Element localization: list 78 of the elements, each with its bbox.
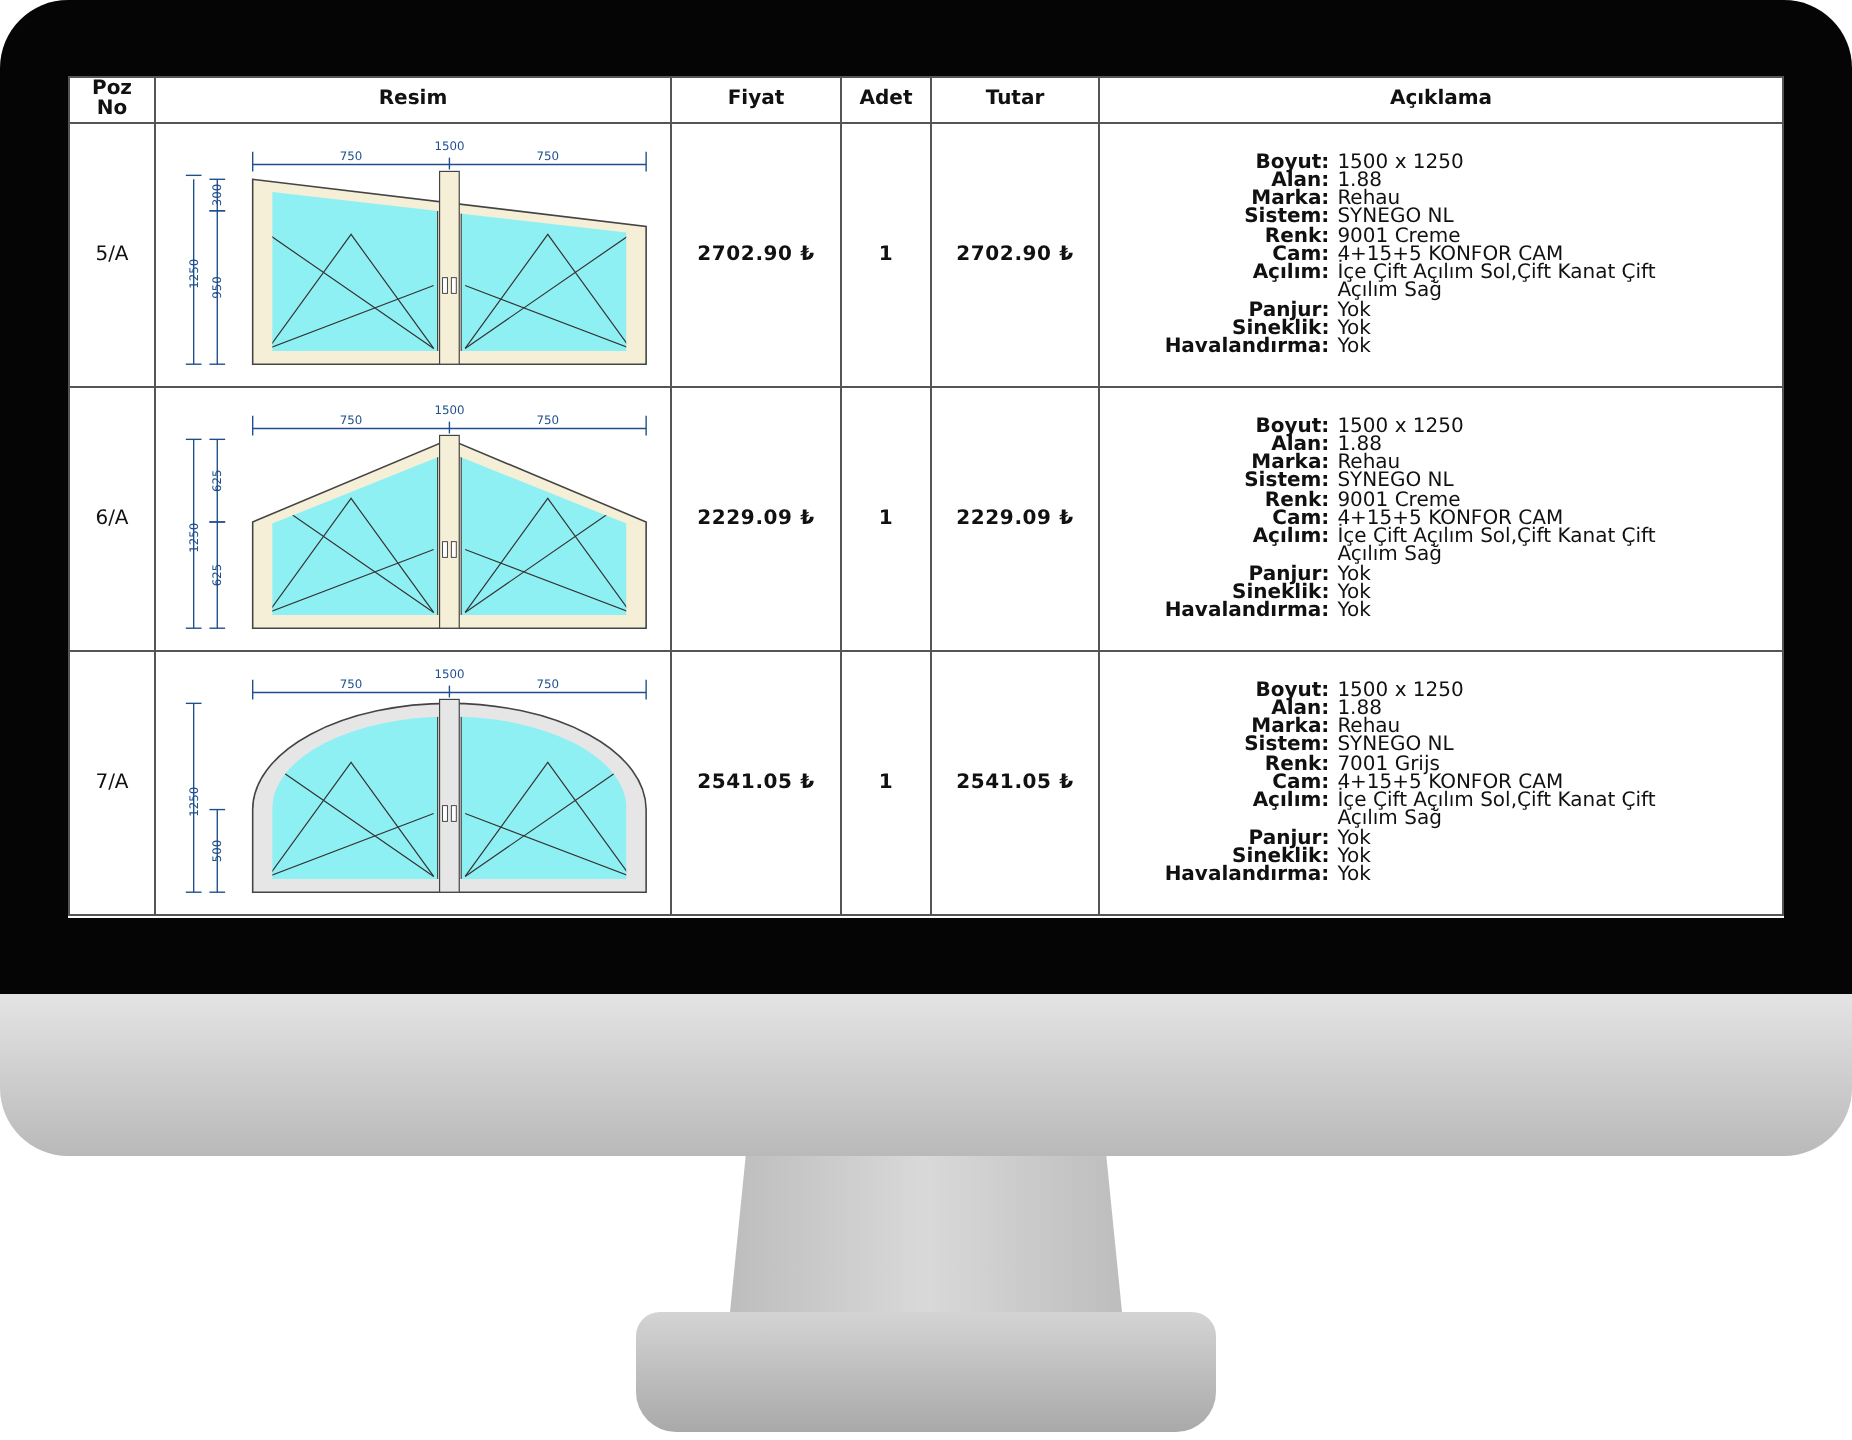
detail-label: Sineklik:	[1232, 319, 1330, 338]
column-header: Tutar	[931, 77, 1099, 123]
detail-value: 1.88	[1337, 172, 1382, 191]
detail-value: 9001 Creme	[1337, 491, 1461, 510]
column-header: Açıklama	[1099, 77, 1783, 123]
detail-value: Yok	[1337, 337, 1373, 357]
detail-label: Havalandırma:	[1164, 601, 1330, 621]
detail-value: Rehau	[1337, 718, 1402, 737]
detail-label: Havalandırma:	[1164, 865, 1330, 885]
detail-value: SYNEGO NL	[1337, 208, 1454, 228]
table-cell: 6/A	[69, 387, 155, 651]
detail-value: Yok	[1337, 829, 1371, 848]
detail-value: 1.88	[1337, 436, 1382, 455]
column-header: Adet	[841, 77, 931, 123]
detail-value: Rehau	[1337, 190, 1402, 209]
detail-label: Açılım:	[1250, 792, 1330, 817]
table-cell: 1	[841, 651, 931, 915]
detail-label: Alan:	[1271, 436, 1330, 455]
detail-label: Boyut:	[1253, 153, 1330, 173]
detail-value: 4+15+5 KONFOR CAM	[1337, 245, 1564, 265]
detail-label: Havalandırma:	[1164, 337, 1330, 357]
detail-value: 1500 x 1250	[1337, 681, 1466, 701]
detail-value: İçe Çift Açılım Sol,Çift Kanat Çift Açılım Sağ	[1337, 264, 1658, 301]
table-cell: 2702.90 ₺	[671, 123, 841, 387]
detail-label: Renk:	[1262, 755, 1330, 774]
detail-value: 7001 Grijs	[1337, 755, 1440, 774]
detail-value: Rehau	[1337, 454, 1402, 473]
detail-value: 1500 x 1250	[1337, 153, 1466, 173]
table-cell: 1	[841, 387, 931, 651]
detail-label: Sistem:	[1242, 472, 1330, 492]
detail-value: İçe Çift Açılım Sol,Çift Kanat Çift Açılım Sağ	[1337, 792, 1658, 829]
detail-label: Marka:	[1250, 190, 1330, 209]
table-cell: 1	[841, 123, 931, 387]
detail-value: 4+15+5 KONFOR CAM	[1337, 773, 1564, 793]
detail-value: SYNEGO NL	[1337, 736, 1456, 756]
detail-label: Cam:	[1272, 245, 1330, 265]
column-header: Fiyat	[671, 77, 841, 123]
detail-label: Sistem:	[1242, 736, 1330, 756]
detail-label: Panjur:	[1248, 565, 1330, 584]
detail-label: Açılım:	[1250, 264, 1330, 289]
detail-label: Alan:	[1271, 700, 1330, 719]
detail-label: Cam:	[1272, 509, 1330, 529]
detail-label: Cam:	[1272, 773, 1330, 793]
detail-label: Marka:	[1250, 718, 1330, 737]
detail-value: 1.88	[1337, 700, 1382, 719]
table-cell: 2702.90 ₺	[931, 123, 1099, 387]
detail-label: Panjur:	[1248, 829, 1330, 848]
detail-label: Sineklik:	[1232, 847, 1330, 866]
detail-value: Yok	[1337, 601, 1373, 621]
detail-value: Yok	[1337, 865, 1373, 885]
detail-label: Panjur:	[1248, 301, 1330, 320]
detail-label: Boyut:	[1253, 417, 1330, 437]
detail-label: Alan:	[1271, 172, 1330, 191]
column-header: Poz No	[69, 77, 155, 123]
table-cell: 7/A	[69, 651, 155, 915]
detail-value: Yok	[1337, 319, 1373, 338]
detail-label: Renk:	[1262, 491, 1330, 510]
detail-value: SYNEGO NL	[1337, 472, 1454, 492]
table-cell: 2541.05 ₺	[671, 651, 841, 915]
column-header: Resim	[155, 77, 671, 123]
detail-value: Yok	[1337, 565, 1371, 584]
detail-label: Sineklik:	[1232, 583, 1330, 602]
table-cell: 2229.09 ₺	[671, 387, 841, 651]
table-cell: 5/A	[69, 123, 155, 387]
detail-value: Yok	[1337, 301, 1371, 320]
detail-label: Boyut:	[1253, 681, 1330, 701]
detail-value: Yok	[1337, 847, 1373, 866]
detail-value: 1500 x 1250	[1337, 417, 1466, 437]
detail-label: Sistem:	[1242, 208, 1330, 228]
detail-label: Renk:	[1262, 227, 1330, 246]
detail-label: Açılım:	[1250, 528, 1330, 553]
detail-value: 4+15+5 KONFOR CAM	[1337, 509, 1564, 529]
detail-value: İçe Çift Açılım Sol,Çift Kanat Çift Açılım Sağ	[1337, 528, 1658, 565]
detail-value: Yok	[1337, 583, 1373, 602]
table-cell: 2541.05 ₺	[931, 651, 1099, 915]
detail-value: 9001 Creme	[1337, 227, 1461, 246]
detail-label: Marka:	[1250, 454, 1330, 473]
table-cell: 2229.09 ₺	[931, 387, 1099, 651]
